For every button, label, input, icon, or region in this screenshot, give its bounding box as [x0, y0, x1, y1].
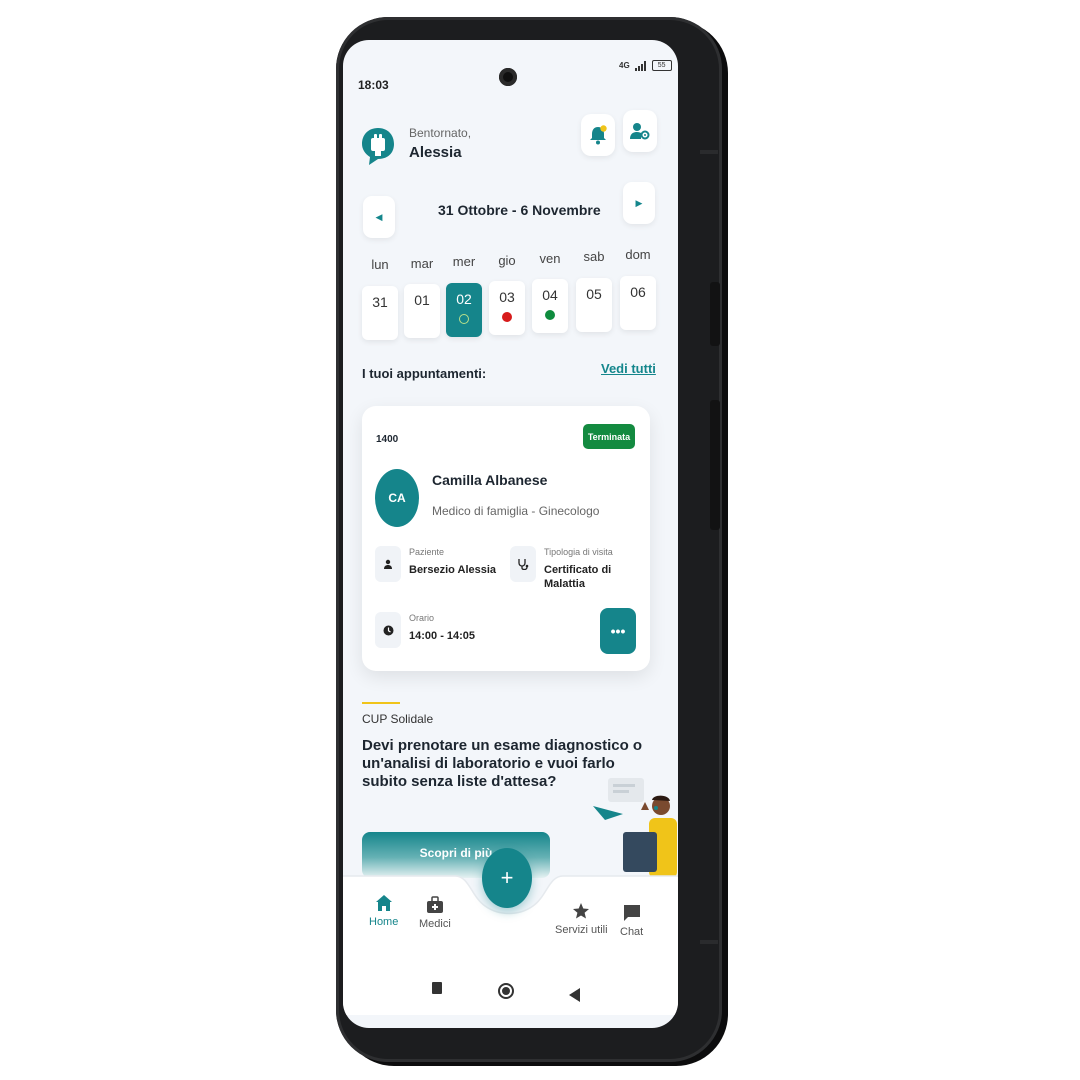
nav-label-medici: Medici: [419, 918, 451, 930]
day-number: 02: [456, 291, 472, 307]
appointments-title: I tuoi appuntamenti:: [362, 366, 487, 381]
nav-label-servizi-utili: Servizi utili: [555, 924, 608, 936]
nav-item-medici[interactable]: Medici: [419, 896, 451, 930]
nav-item-servizi-utili[interactable]: Servizi utili: [555, 902, 608, 936]
appointment-dot-icon: [459, 314, 469, 324]
frame-edge-line: [700, 150, 718, 154]
week-range: 31 Ottobre - 6 Novembre: [438, 202, 601, 218]
home-circle-icon: [502, 987, 510, 995]
day-name-sab: sab: [583, 249, 605, 264]
nav-item-chat[interactable]: Chat: [620, 904, 643, 938]
section-accent-line: [362, 702, 400, 704]
notifications-button[interactable]: [581, 114, 615, 156]
recent-apps-button[interactable]: [432, 982, 442, 994]
app-logo-icon: [362, 128, 394, 165]
doctor-specialty: Medico di famiglia - Ginecologo: [432, 504, 600, 518]
patient-value: Bersezio Alessia: [409, 564, 497, 576]
visit-type-icon-box: [510, 546, 536, 582]
signal-icon: [634, 60, 646, 71]
battery-icon: 55: [651, 60, 672, 71]
caret-right-icon: ▶: [635, 197, 643, 208]
medical-bag-icon: [426, 896, 443, 913]
visit-type-value-line1: Certificato di: [544, 564, 612, 576]
day-number: 31: [372, 294, 388, 310]
stethoscope-icon: [518, 559, 529, 570]
day-number: 01: [414, 292, 430, 308]
nav-label-home: Home: [369, 916, 399, 928]
profile-settings-button[interactable]: [623, 110, 657, 152]
day-name-gio: gio: [498, 253, 516, 268]
clock-icon: [383, 625, 393, 635]
day-cell-01[interactable]: 01: [404, 284, 440, 338]
more-icon: •••: [610, 623, 626, 639]
day-number: 05: [586, 286, 602, 302]
visit-type-value-line2: Malattia: [544, 578, 585, 590]
day-cell-03[interactable]: 03: [489, 281, 525, 335]
day-name-lun: lun: [371, 257, 389, 272]
patient-icon-box: [375, 546, 401, 582]
volume-button: [710, 400, 720, 530]
status-icons: 4G 55: [619, 60, 672, 71]
promo-label: CUP Solidale: [362, 712, 434, 726]
app-screen: 18:03 4G 55 Bentornato, Alessia ◀ 31 Ott…: [343, 40, 678, 1028]
user-settings-icon: [630, 123, 650, 140]
day-name-ven: ven: [539, 251, 561, 266]
day-cell-02-selected[interactable]: 02: [446, 283, 482, 337]
visit-type-label: Tipologia di visita: [544, 547, 613, 557]
back-system-button[interactable]: [569, 988, 581, 1002]
add-button[interactable]: +: [482, 848, 532, 908]
front-camera: [499, 68, 517, 86]
home-icon: [375, 895, 392, 911]
day-cell-31[interactable]: 31: [362, 286, 398, 340]
nav-item-home[interactable]: Home: [369, 894, 398, 928]
more-options-button[interactable]: •••: [600, 608, 636, 654]
frame-edge-line: [700, 940, 718, 944]
greeting-text: Bentornato,: [409, 126, 472, 140]
next-week-button[interactable]: ▶: [623, 182, 655, 224]
appointment-code: 1400: [376, 434, 399, 445]
status-badge: Terminata: [583, 424, 635, 449]
person-icon: [384, 559, 392, 569]
day-name-mar: mar: [410, 256, 434, 271]
user-name: Alessia: [409, 144, 462, 161]
day-cell-04[interactable]: 04: [532, 279, 568, 333]
day-name-mer: mer: [452, 254, 476, 269]
day-name-dom: dom: [625, 247, 651, 262]
doctor-avatar: CA: [375, 469, 419, 527]
bell-icon: [590, 125, 607, 145]
time-label: Orario: [409, 613, 435, 623]
chat-icon: [623, 905, 640, 921]
time-value: 14:00 - 14:05: [409, 630, 476, 642]
power-button: [710, 282, 720, 346]
day-cell-05[interactable]: 05: [576, 278, 612, 332]
star-icon: [573, 903, 590, 919]
appointment-dot-icon: [502, 312, 512, 322]
see-all-link[interactable]: Vedi tutti: [601, 361, 656, 376]
network-label: 4G: [619, 61, 630, 70]
time-icon-box: [375, 612, 401, 648]
previous-week-button[interactable]: ◀: [363, 196, 395, 238]
doctor-name: Camilla Albanese: [432, 472, 548, 488]
status-time: 18:03: [358, 78, 389, 92]
patient-label: Paziente: [409, 547, 445, 557]
appointment-dot-icon: [545, 310, 555, 320]
caret-left-icon: ◀: [375, 211, 383, 222]
day-number: 06: [630, 284, 646, 300]
plus-icon: +: [500, 865, 514, 890]
nav-label-chat: Chat: [620, 926, 644, 938]
appointment-card[interactable]: 1400 Terminata CA Camilla Albanese Medic…: [362, 406, 650, 671]
day-number: 03: [499, 289, 515, 305]
home-system-button[interactable]: [498, 983, 514, 999]
day-number: 04: [542, 287, 558, 303]
day-cell-06[interactable]: 06: [620, 276, 656, 330]
